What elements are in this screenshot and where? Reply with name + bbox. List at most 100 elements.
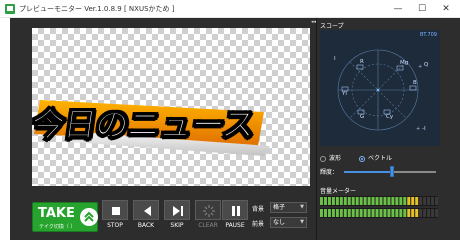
radio-vector[interactable] <box>359 155 365 162</box>
brightness-slider-fill <box>344 171 392 173</box>
foreground-select-value: なし <box>273 219 286 226</box>
meter-segment <box>327 209 331 217</box>
pause-icon <box>232 206 240 216</box>
meter-segment <box>427 209 431 217</box>
meter-segment <box>407 209 411 217</box>
meter-segment <box>403 209 407 217</box>
vectorscope-graticule: R Mg B Cy G Yl Q -I I + + <box>334 49 429 132</box>
scope-title: スコープ <box>320 23 344 30</box>
clear-button[interactable] <box>195 200 221 220</box>
panel-collapse-icon[interactable]: ◂◂ <box>311 19 317 25</box>
chevron-down-icon: ▼ <box>300 204 304 210</box>
meter-segment <box>419 197 423 205</box>
close-icon: ✕ <box>442 4 450 14</box>
svg-text:+: + <box>416 126 420 132</box>
meter-segment <box>367 197 371 205</box>
background-select[interactable]: 格子 ▼ <box>270 202 307 213</box>
take-button[interactable]: TAKE テイク切換（ ） <box>32 202 98 232</box>
minimize-button[interactable]: — <box>386 0 410 18</box>
meter-segment <box>355 197 359 205</box>
meter-segment <box>423 197 427 205</box>
scope-target-mg: Mg <box>400 60 408 66</box>
meter-segment <box>327 197 331 205</box>
background-select-value: 格子 <box>273 204 286 211</box>
back-icon <box>144 206 151 216</box>
mode-vector[interactable]: ベクトル <box>359 153 392 162</box>
meter-segment <box>395 209 399 217</box>
scope-target-cy: Cy <box>386 114 394 120</box>
svg-text:+: + <box>418 64 422 70</box>
take-chevron-icon <box>80 208 98 226</box>
meter-segment <box>331 197 335 205</box>
foreground-select[interactable]: なし ▼ <box>270 217 307 228</box>
meter-segment <box>399 209 403 217</box>
meter-segment <box>423 209 427 217</box>
scope-target-r: R <box>360 59 364 65</box>
pause-button[interactable] <box>222 200 248 220</box>
scope-axis-q: Q <box>424 62 429 68</box>
chevron-down-icon: ▼ <box>300 219 304 225</box>
brightness-slider-thumb[interactable] <box>389 166 394 177</box>
meter-segment <box>391 209 395 217</box>
maximize-icon: ☐ <box>417 4 427 14</box>
stop-button[interactable] <box>102 200 128 220</box>
meter-segment <box>407 197 411 205</box>
meter-segment <box>347 197 351 205</box>
meter-segment <box>331 209 335 217</box>
meter-segment <box>383 209 387 217</box>
meter-segment <box>379 197 383 205</box>
scope-axis-neg-i: -I <box>422 126 426 132</box>
scope-standard: BT.709 <box>419 32 437 38</box>
meter-segment <box>343 197 347 205</box>
meter-segment <box>435 197 438 205</box>
mode-waveform[interactable]: 波形 <box>320 153 341 162</box>
meter-segment <box>403 197 407 205</box>
meter-segment <box>387 197 391 205</box>
meter-segment <box>415 209 419 217</box>
meter-segment <box>411 209 415 217</box>
meter-segment <box>351 197 355 205</box>
meter-segment <box>375 197 379 205</box>
audio-meter-left <box>320 196 438 206</box>
meter-segment <box>343 209 347 217</box>
foreground-select-label: 前景 <box>252 221 265 228</box>
back-button[interactable] <box>133 200 159 220</box>
meter-segment <box>371 197 375 205</box>
background-select-label: 背景 <box>252 206 265 213</box>
meter-segment <box>339 209 343 217</box>
scope-target-yl: Yl <box>341 91 347 97</box>
meter-segment <box>399 197 403 205</box>
meter-segment <box>359 197 363 205</box>
title-bar: プレビューモニター Ver.1.0.8.9 [ NXUSかため ] — ☐ ✕ <box>0 0 460 18</box>
scope-target-b: B <box>413 80 417 86</box>
meter-segment <box>335 209 339 217</box>
meter-segment <box>379 209 383 217</box>
meter-segment <box>320 197 323 205</box>
meter-segment <box>320 209 323 217</box>
meter-segment <box>375 209 379 217</box>
audio-meter-title: 音量メーター <box>320 188 357 195</box>
radio-waveform[interactable] <box>320 155 326 162</box>
maximize-button[interactable]: ☐ <box>410 0 434 18</box>
meter-segment <box>435 209 438 217</box>
meter-segment <box>431 197 435 205</box>
close-button[interactable]: ✕ <box>434 0 458 18</box>
stop-icon <box>112 207 120 215</box>
meter-segment <box>335 197 339 205</box>
scope-axis-i: I <box>334 56 336 62</box>
skip-button[interactable] <box>164 200 190 220</box>
meter-segment <box>415 197 419 205</box>
meter-segment <box>363 209 367 217</box>
meter-segment <box>387 209 391 217</box>
take-sublabel: テイク切換（ ） <box>39 224 76 230</box>
vectorscope: BT.709 R Mg B Cy G Yl Q -I I + + <box>320 30 440 146</box>
preview-overlay-text: 今日のニュース <box>32 105 257 145</box>
mode-waveform-label: 波形 <box>329 155 342 162</box>
take-label: TAKE <box>38 206 75 221</box>
meter-segment <box>363 197 367 205</box>
meter-segment <box>339 197 343 205</box>
meter-segment <box>419 209 423 217</box>
scope-target-g: G <box>360 114 364 120</box>
pause-label: PAUSE <box>225 222 245 229</box>
clear-icon <box>203 205 215 217</box>
